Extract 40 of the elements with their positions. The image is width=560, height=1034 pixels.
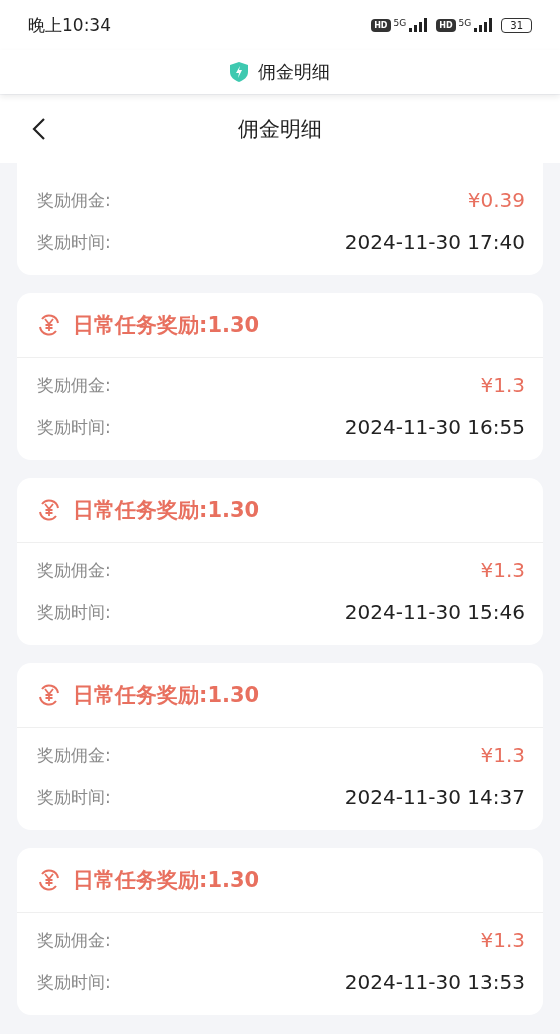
status-time: 晚上10:34 <box>28 13 111 37</box>
time-value: 2024-11-30 13:53 <box>344 970 525 994</box>
amount-label: 奖励佣金: <box>37 373 111 397</box>
hd-badge: HD <box>371 18 391 32</box>
time-label: 奖励时间: <box>37 785 111 809</box>
yen-cycle-icon <box>37 868 61 892</box>
amount-value: ¥1.3 <box>480 558 525 582</box>
shield-icon <box>230 62 248 82</box>
time-label: 奖励时间: <box>37 600 111 624</box>
time-value: 2024-11-30 14:37 <box>344 785 525 809</box>
record-title: 日常任务奖励:1.30 <box>73 867 260 894</box>
record-title: 日常任务奖励:1.30 <box>73 497 260 524</box>
record-title: 日常任务奖励:1.30 <box>73 312 260 339</box>
time-value: 2024-11-30 16:55 <box>344 415 525 439</box>
yen-cycle-icon <box>37 313 61 337</box>
amount-label: 奖励佣金: <box>37 558 111 582</box>
signal-icon <box>474 18 495 32</box>
amount-label: 奖励佣金: <box>37 743 111 767</box>
record-title: 日常任务奖励:1.30 <box>73 682 260 709</box>
back-icon[interactable] <box>32 117 46 141</box>
time-label: 奖励时间: <box>37 970 111 994</box>
battery-level: 31 <box>501 17 532 33</box>
time-label: 奖励时间: <box>37 230 111 254</box>
network-type: 5G <box>458 17 472 28</box>
signal-icon <box>409 18 430 32</box>
hd-badge: HD <box>436 18 456 32</box>
time-value: 2024-11-30 17:40 <box>344 230 525 254</box>
amount-value: ¥0.39 <box>467 188 525 212</box>
amount-label: 奖励佣金: <box>37 928 111 952</box>
app-title: 佣金明细 <box>258 60 330 84</box>
yen-cycle-icon <box>37 683 61 707</box>
amount-label: 奖励佣金: <box>37 188 111 212</box>
page-title: 佣金明细 <box>238 116 322 143</box>
amount-value: ¥1.3 <box>480 743 525 767</box>
amount-value: ¥1.3 <box>480 928 525 952</box>
network-type: 5G <box>393 17 407 28</box>
amount-value: ¥1.3 <box>480 373 525 397</box>
yen-cycle-icon <box>37 498 61 522</box>
time-value: 2024-11-30 15:46 <box>344 600 525 624</box>
time-label: 奖励时间: <box>37 415 111 439</box>
